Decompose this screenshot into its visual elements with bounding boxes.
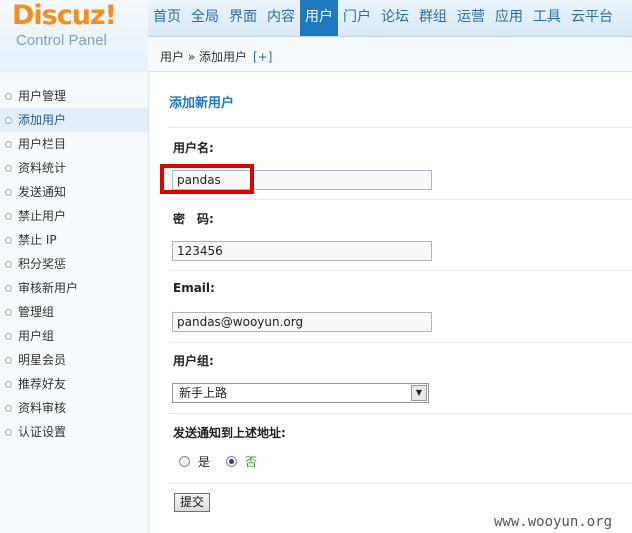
nav-tools[interactable]: 工具 — [528, 0, 566, 36]
sidebar-item-review-new-users[interactable]: 审核新用户 — [0, 276, 148, 300]
divider — [168, 199, 632, 200]
logo: Discuz! Control Panel — [0, 0, 148, 73]
nav-apps[interactable]: 应用 — [490, 0, 528, 36]
sidebar-item-label: 认证设置 — [18, 425, 67, 439]
sidebar-item-label: 推荐好友 — [18, 377, 67, 391]
sidebar-item-label: 明星会员 — [18, 353, 67, 367]
bullet-icon — [5, 237, 12, 244]
bullet-icon — [5, 309, 12, 316]
divider — [168, 127, 632, 128]
bullet-icon — [5, 261, 12, 268]
usergroup-select[interactable]: 新手上路 ▼ — [172, 383, 429, 403]
sidebar-item-admin-groups[interactable]: 管理组 — [0, 300, 148, 324]
notify-yes-label: 是 — [198, 455, 211, 469]
breadcrumb-text: 用户 » 添加用户 — [160, 50, 247, 64]
sidebar-item-recommend-friends[interactable]: 推荐好友 — [0, 372, 148, 396]
bullet-icon — [5, 405, 12, 412]
notify-label: 发送通知到上述地址: — [173, 426, 286, 440]
email-label: Email: — [173, 281, 215, 295]
nav-content[interactable]: 内容 — [262, 0, 300, 36]
sidebar-item-profile-stats[interactable]: 资料统计 — [0, 156, 148, 180]
nav-portal[interactable]: 门户 — [338, 0, 376, 36]
bullet-icon — [5, 381, 12, 388]
nav-users[interactable]: 用户 — [300, 0, 338, 36]
divider — [168, 483, 632, 484]
usergroup-selected-value: 新手上路 — [179, 386, 228, 400]
highlight-box — [160, 164, 254, 194]
bullet-icon — [5, 429, 12, 436]
header: Discuz! Control Panel 首页 全局 界面 内容 用户 门户 … — [0, 0, 632, 73]
sidebar-item-user-fields[interactable]: 用户栏目 — [0, 132, 148, 156]
sidebar-item-label: 积分奖惩 — [18, 257, 67, 271]
divider — [168, 413, 632, 414]
bullet-icon — [5, 285, 12, 292]
usergroup-label: 用户组: — [173, 354, 214, 368]
sidebar-item-credit-rewards[interactable]: 积分奖惩 — [0, 252, 148, 276]
bullet-icon — [5, 333, 12, 340]
logo-text: Discuz! — [12, 0, 117, 31]
email-input[interactable]: pandas@wooyun.org — [172, 312, 432, 332]
sidebar-item-label: 资料审核 — [18, 401, 67, 415]
bullet-icon — [5, 165, 12, 172]
sidebar-item-add-user[interactable]: 添加用户 — [0, 108, 148, 132]
nav-global[interactable]: 全局 — [186, 0, 224, 36]
sidebar-item-verification[interactable]: 认证设置 — [0, 420, 148, 444]
breadcrumb: 用户 » 添加用户 [+] — [160, 48, 272, 65]
sidebar: 用户管理 添加用户 用户栏目 资料统计 发送通知 禁止用户 禁止 IP 积分奖惩… — [0, 72, 149, 533]
sidebar-item-user-management[interactable]: 用户管理 — [0, 84, 148, 108]
sidebar-item-label: 用户组 — [18, 329, 55, 343]
sidebar-item-label: 资料统计 — [18, 161, 67, 175]
sidebar-item-label: 添加用户 — [18, 113, 67, 127]
sidebar-item-ban-ip[interactable]: 禁止 IP — [0, 228, 148, 252]
sidebar-item-label: 管理组 — [18, 305, 55, 319]
notify-yes-radio[interactable] — [179, 456, 190, 467]
sidebar-item-label: 用户管理 — [18, 89, 67, 103]
main-content: 添加新用户 用户名: pandas 密 码: 123456 Email: pan… — [149, 72, 632, 533]
password-input[interactable]: 123456 — [172, 241, 432, 261]
logo-subtitle: Control Panel — [16, 32, 107, 49]
sidebar-item-label: 禁止用户 — [18, 209, 67, 223]
bullet-icon — [5, 141, 12, 148]
nav-forum[interactable]: 论坛 — [376, 0, 414, 36]
sidebar-item-label: 禁止 IP — [18, 233, 57, 247]
submit-button[interactable]: 提交 — [174, 493, 210, 512]
notify-no-label: 否 — [245, 455, 258, 469]
sidebar-item-send-notice[interactable]: 发送通知 — [0, 180, 148, 204]
bullet-icon — [5, 117, 12, 124]
sidebar-item-label: 用户栏目 — [18, 137, 67, 151]
sidebar-item-user-groups[interactable]: 用户组 — [0, 324, 148, 348]
nav-interface[interactable]: 界面 — [224, 0, 262, 36]
top-nav: 首页 全局 界面 内容 用户 门户 论坛 群组 运营 应用 工具 云平台 — [148, 0, 632, 37]
sidebar-item-label: 审核新用户 — [18, 281, 79, 295]
bullet-icon — [5, 357, 12, 364]
password-label: 密 码: — [173, 212, 214, 226]
sidebar-item-star-members[interactable]: 明星会员 — [0, 348, 148, 372]
page-title: 添加新用户 — [169, 96, 235, 111]
chevron-down-icon[interactable]: ▼ — [411, 385, 427, 401]
bullet-icon — [5, 213, 12, 220]
nav-operation[interactable]: 运营 — [452, 0, 490, 36]
nav-home[interactable]: 首页 — [148, 0, 186, 36]
sidebar-item-label: 发送通知 — [18, 185, 67, 199]
watermark: www.wooyun.org — [494, 514, 613, 530]
sidebar-item-ban-user[interactable]: 禁止用户 — [0, 204, 148, 228]
notify-no-radio[interactable] — [226, 456, 237, 467]
username-label: 用户名: — [173, 141, 214, 155]
nav-group[interactable]: 群组 — [414, 0, 452, 36]
sidebar-item-profile-review[interactable]: 资料审核 — [0, 396, 148, 420]
divider — [168, 270, 632, 271]
bullet-icon — [5, 93, 12, 100]
add-shortcut-link[interactable]: [+] — [253, 50, 272, 64]
divider — [168, 342, 632, 343]
nav-cloud[interactable]: 云平台 — [566, 0, 618, 36]
breadcrumb-bar: 用户 » 添加用户 [+] — [148, 37, 632, 72]
sidebar-menu: 用户管理 添加用户 用户栏目 资料统计 发送通知 禁止用户 禁止 IP 积分奖惩… — [0, 72, 148, 444]
bullet-icon — [5, 189, 12, 196]
